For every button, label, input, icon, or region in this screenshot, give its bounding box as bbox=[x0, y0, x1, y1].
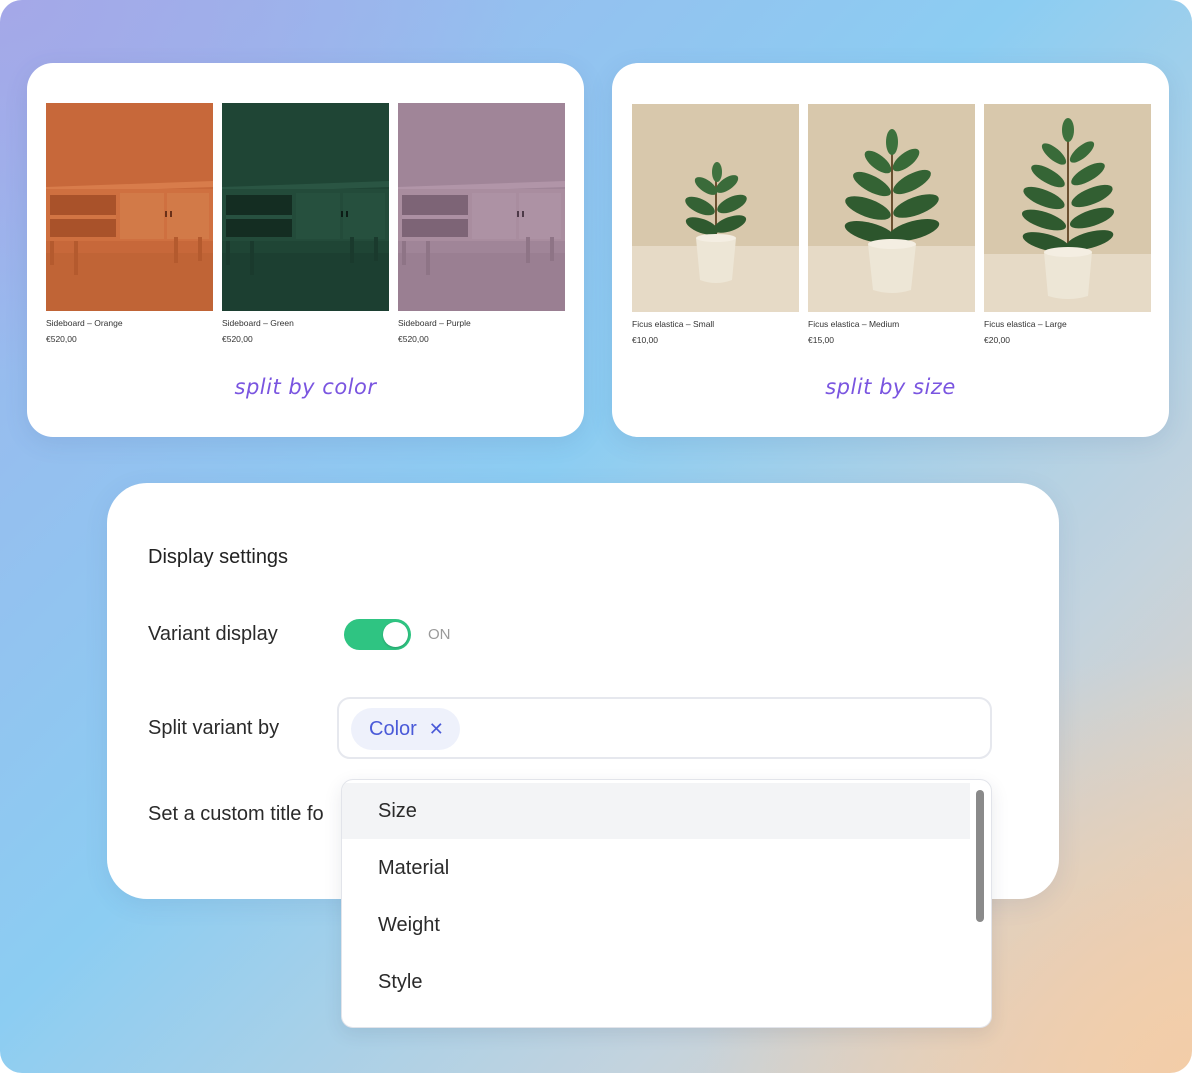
product-price: €520,00 bbox=[398, 334, 429, 344]
ficus-large-image bbox=[984, 104, 1151, 312]
product-price: €10,00 bbox=[632, 335, 658, 345]
product-card[interactable]: Sideboard – Purple €520,00 bbox=[398, 103, 565, 344]
dropdown-option-size[interactable]: Size bbox=[342, 783, 970, 839]
close-icon[interactable]: ✕ bbox=[429, 719, 444, 740]
toggle-state-label: ON bbox=[428, 626, 451, 643]
product-card[interactable]: Ficus elastica – Medium €15,00 bbox=[808, 104, 975, 345]
split-by-color-caption: split by color bbox=[234, 375, 377, 399]
split-by-size-card: Ficus elastica – Small €10,00 Ficus elas… bbox=[612, 63, 1169, 437]
variant-display-label: Variant display bbox=[148, 623, 278, 645]
split-by-color-card: Sideboard – Orange €520,00 Sideboard – G… bbox=[27, 63, 584, 437]
split-by-size-caption: split by size bbox=[825, 375, 956, 399]
product-price: €15,00 bbox=[808, 335, 834, 345]
product-price: €520,00 bbox=[222, 334, 253, 344]
dropdown-option-weight[interactable]: Weight bbox=[342, 897, 970, 953]
product-name: Sideboard – Green bbox=[222, 318, 294, 328]
settings-title: Display settings bbox=[148, 546, 289, 568]
toggle-knob bbox=[383, 622, 408, 647]
sideboard-orange-image bbox=[46, 103, 213, 311]
ficus-small-image bbox=[632, 104, 799, 312]
chip-label: Color bbox=[369, 717, 417, 740]
split-variant-select[interactable]: Color ✕ bbox=[337, 697, 992, 759]
split-variant-label: Split variant by bbox=[148, 717, 280, 739]
product-card[interactable]: Ficus elastica – Small €10,00 bbox=[632, 104, 799, 345]
variant-display-toggle[interactable] bbox=[344, 619, 411, 650]
selected-chip-color: Color ✕ bbox=[351, 708, 460, 750]
product-card[interactable]: Sideboard – Green €520,00 bbox=[222, 103, 389, 344]
product-name: Sideboard – Orange bbox=[46, 318, 123, 328]
dropdown-scrollbar[interactable] bbox=[976, 790, 984, 922]
sideboard-green-image bbox=[222, 103, 389, 311]
product-card[interactable]: Ficus elastica – Large €20,00 bbox=[984, 104, 1151, 345]
product-name: Ficus elastica – Medium bbox=[808, 319, 900, 329]
ficus-medium-image bbox=[808, 104, 975, 312]
product-card[interactable]: Sideboard – Orange €520,00 bbox=[46, 103, 213, 344]
sideboard-purple-image bbox=[398, 103, 565, 311]
product-price: €20,00 bbox=[984, 335, 1010, 345]
dropdown-option-style[interactable]: Style bbox=[342, 954, 970, 1010]
product-name: Sideboard – Purple bbox=[398, 318, 471, 328]
product-name: Ficus elastica – Small bbox=[632, 319, 715, 329]
dropdown-option-material[interactable]: Material bbox=[342, 840, 970, 896]
split-variant-dropdown: Size Material Weight Style bbox=[341, 779, 992, 1028]
custom-title-label: Set a custom title fo bbox=[148, 803, 324, 825]
product-name: Ficus elastica – Large bbox=[984, 319, 1067, 329]
product-price: €520,00 bbox=[46, 334, 77, 344]
